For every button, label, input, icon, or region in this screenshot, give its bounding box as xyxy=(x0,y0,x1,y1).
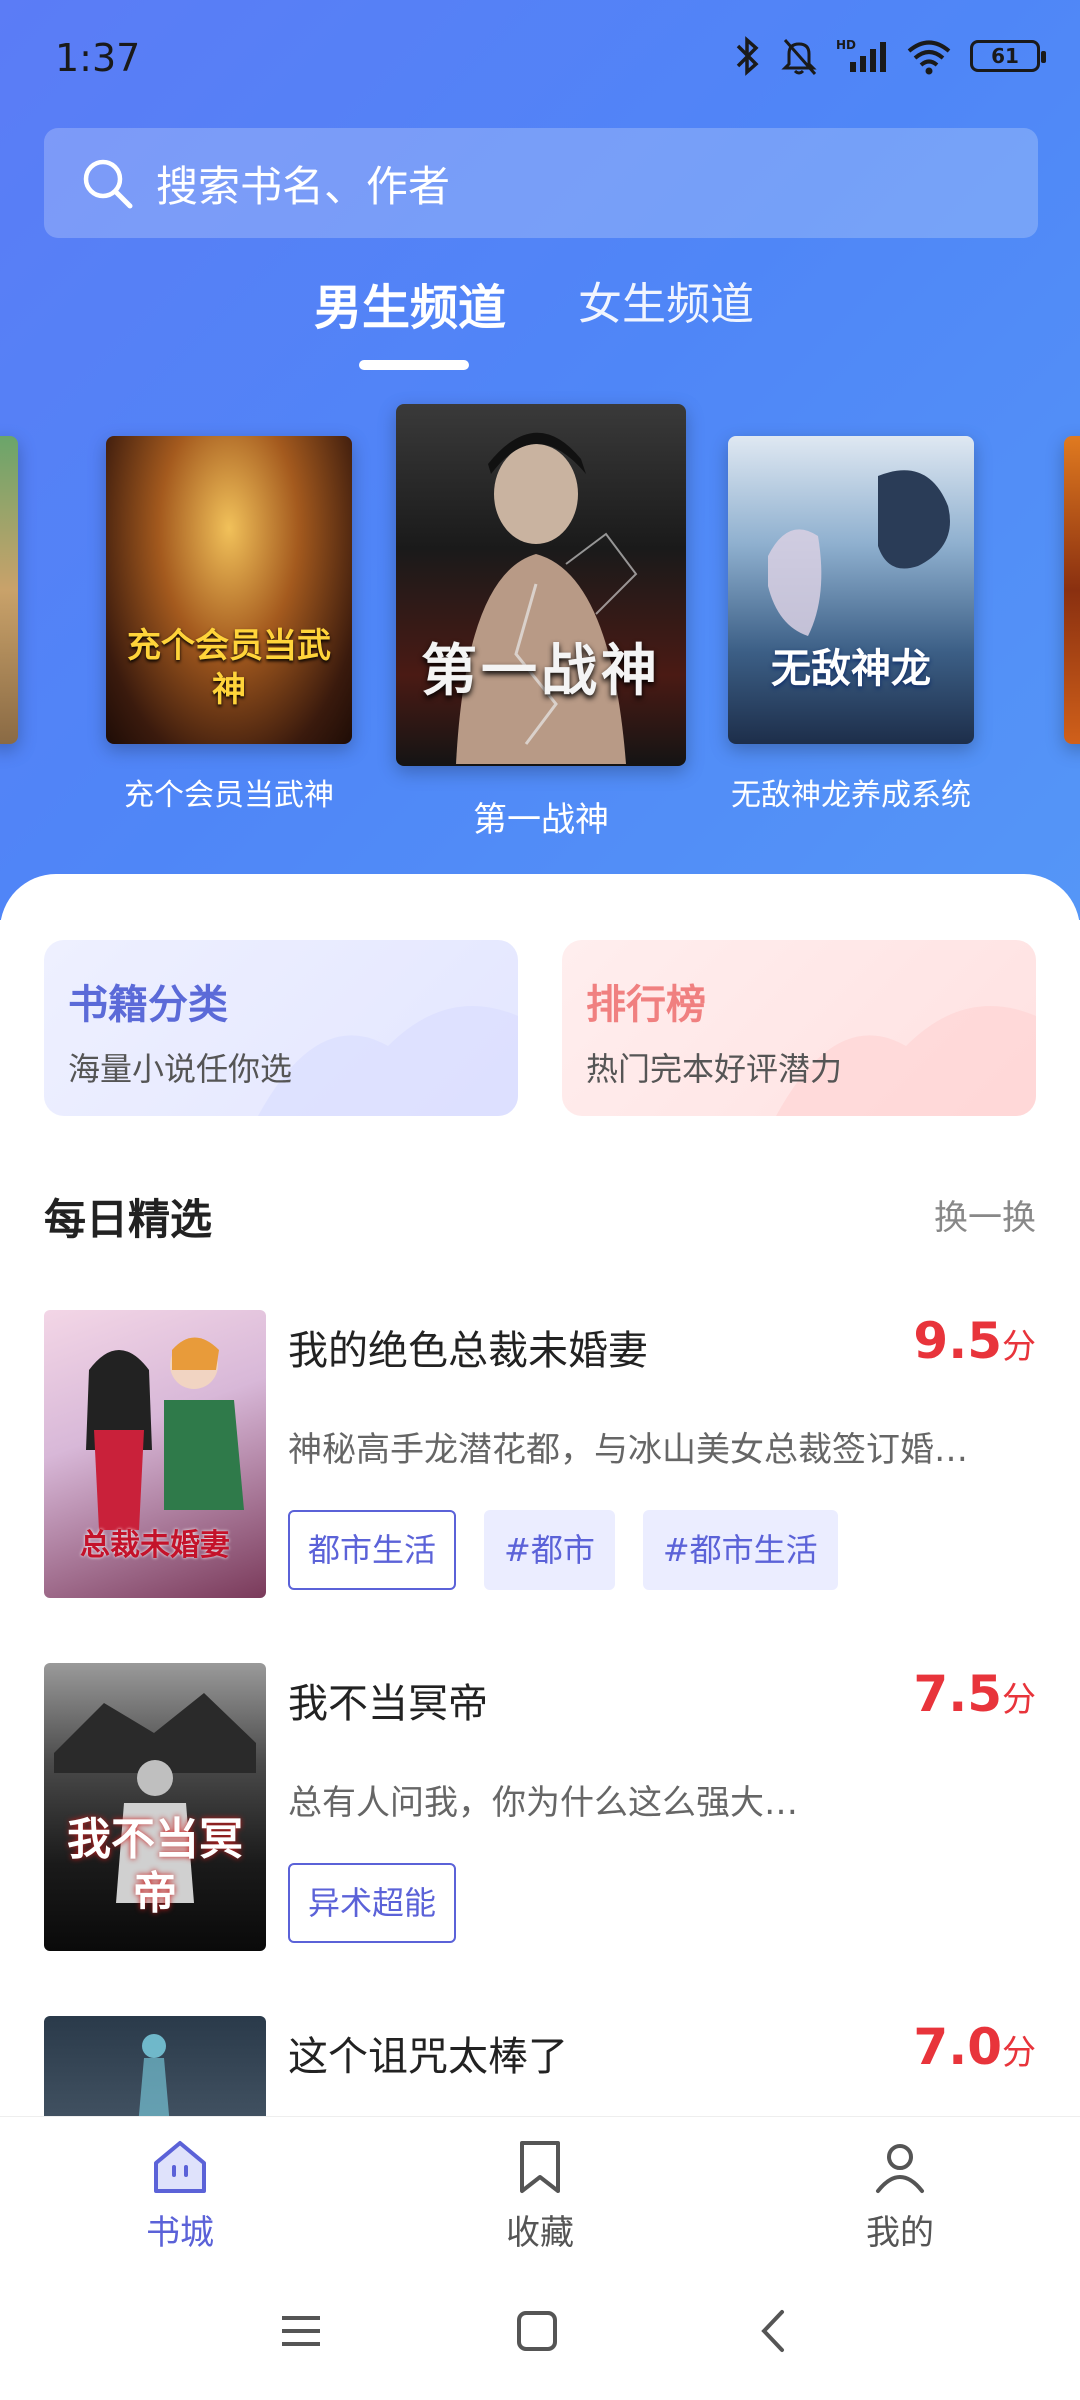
home-square-icon[interactable] xyxy=(514,2308,560,2354)
section-title: 每日精选 xyxy=(44,1195,213,1244)
book-tag[interactable]: #都市生活 xyxy=(642,1510,838,1590)
book-item[interactable]: 我不当冥帝 我不当冥帝 7.5分 总有人问我，你为什么这么强大… 异术超能 xyxy=(44,1663,1036,1953)
carousel-cover-1-art: 充个会员当武神 xyxy=(127,626,331,710)
carousel-peek-left xyxy=(0,436,18,744)
book-score: 7.0分 xyxy=(913,2018,1036,2076)
book-tags: 异术超能 xyxy=(288,1863,457,1943)
nav-home-label: 书城 xyxy=(146,2213,214,2253)
book-tags: 都市生活 #都市 #都市生活 xyxy=(288,1510,838,1590)
search-placeholder: 搜索书名、作者 xyxy=(156,161,451,211)
person-icon xyxy=(876,2144,924,2193)
carousel-title-1[interactable]: 充个会员当武神 xyxy=(86,770,372,814)
search-bar[interactable]: 搜索书名、作者 xyxy=(44,128,1038,238)
bottom-nav: 书城 收藏 我的 xyxy=(0,2116,1080,2266)
book-title: 我的绝色总裁未婚妻 xyxy=(288,1328,648,1374)
book-title: 这个诅咒太棒了 xyxy=(288,2034,568,2080)
carousel-peek-right xyxy=(1064,436,1080,744)
bluetooth-icon xyxy=(736,36,759,76)
status-icons: HD 61 xyxy=(732,36,1046,76)
book-tag[interactable]: 异术超能 xyxy=(288,1863,457,1943)
svg-text:HD: HD xyxy=(836,38,856,52)
book-category-card[interactable]: 书籍分类 海量小说任你选 xyxy=(44,940,518,1116)
back-icon[interactable] xyxy=(752,2308,798,2354)
book-carousel[interactable]: 充个会员当武神 充个会员当武神 第一战神 第一战神 无敌神龙 无敌神龙养成系统 xyxy=(0,400,1080,860)
book-category-subtitle: 海量小说任你选 xyxy=(68,1050,293,1088)
score-value: 7.5 xyxy=(913,1665,1002,1723)
status-bar: 1:37 HD 61 xyxy=(0,0,1080,120)
mute-bell-icon xyxy=(781,39,817,75)
score-unit: 分 xyxy=(1002,2033,1036,2073)
book-score: 9.5分 xyxy=(913,1312,1036,1370)
carousel-cover-2-art: 第一战神 xyxy=(421,638,661,704)
nav-favorites[interactable]: 收藏 xyxy=(460,2137,620,2254)
wifi-icon xyxy=(907,40,951,75)
carousel-cover-2-figure xyxy=(456,432,638,764)
book-cover-art: 我不当冥帝 xyxy=(67,1814,243,1919)
home-icon xyxy=(154,2141,206,2193)
bookmark-icon xyxy=(520,2141,560,2193)
score-value: 7.0 xyxy=(913,2018,1002,2076)
carousel-cover-2[interactable]: 第一战神 xyxy=(396,404,686,766)
signal-icon: HD xyxy=(836,38,886,72)
carousel-title-3[interactable]: 无敌神龙养成系统 xyxy=(706,770,996,814)
carousel-cover-3[interactable]: 无敌神龙 xyxy=(728,436,974,744)
book-title: 我不当冥帝 xyxy=(288,1681,488,1727)
ranking-subtitle: 热门完本好评潜力 xyxy=(586,1050,843,1088)
nav-favorites-label: 收藏 xyxy=(506,2213,574,2253)
daily-picks-header: 每日精选 换一换 xyxy=(44,1186,1036,1246)
system-nav-bar xyxy=(0,2266,1080,2400)
ranking-card[interactable]: 排行榜 热门完本好评潜力 xyxy=(562,940,1036,1116)
book-description: 总有人问我，你为什么这么强大… xyxy=(288,1783,798,1823)
nav-home[interactable]: 书城 xyxy=(100,2137,260,2254)
card-decoration xyxy=(776,1006,1036,1116)
channel-tabs: 男生频道 女生频道 xyxy=(0,268,1080,378)
menu-icon[interactable] xyxy=(278,2308,324,2354)
search-icon xyxy=(83,159,133,209)
book-item[interactable]: 这个诅咒太棒了 7.0分 xyxy=(44,2016,1036,2116)
book-cover: 我不当冥帝 xyxy=(44,1663,266,1951)
tab-male-channel[interactable]: 男生频道 xyxy=(314,268,506,338)
book-item[interactable]: 总裁未婚妻 我的绝色总裁未婚妻 9.5分 神秘高手龙潜花都，与冰山美女总裁签订婚… xyxy=(44,1310,1036,1600)
book-tag[interactable]: #都市 xyxy=(484,1510,615,1590)
status-time: 1:37 xyxy=(55,36,141,80)
battery-indicator: 61 xyxy=(970,40,1046,72)
carousel-cover-3-art: 无敌神龙 xyxy=(771,645,931,692)
book-description: 神秘高手龙潜花都，与冰山美女总裁签订婚… xyxy=(288,1430,968,1470)
tab-indicator xyxy=(359,360,469,370)
score-value: 9.5 xyxy=(913,1312,1002,1370)
book-cover-art: 总裁未婚妻 xyxy=(80,1528,230,1563)
tab-female-channel[interactable]: 女生频道 xyxy=(578,268,754,332)
nav-profile-label: 我的 xyxy=(866,2213,934,2253)
carousel-title-2[interactable]: 第一战神 xyxy=(396,792,686,841)
carousel-cover-1[interactable]: 充个会员当武神 xyxy=(106,436,352,744)
carousel-cover-3-dragon xyxy=(768,470,950,636)
score-unit: 分 xyxy=(1002,1680,1036,1720)
ranking-title: 排行榜 xyxy=(586,982,706,1028)
book-score: 7.5分 xyxy=(913,1665,1036,1723)
book-cover-figure xyxy=(138,2034,170,2116)
book-cover: 总裁未婚妻 xyxy=(44,1310,266,1598)
book-tag[interactable]: 都市生活 xyxy=(288,1510,457,1590)
card-decoration xyxy=(258,1006,518,1116)
book-cover xyxy=(44,2016,266,2116)
score-unit: 分 xyxy=(1002,1327,1036,1367)
book-category-title: 书籍分类 xyxy=(68,982,228,1028)
refresh-button[interactable]: 换一换 xyxy=(934,1190,1036,1239)
nav-profile[interactable]: 我的 xyxy=(820,2137,980,2254)
